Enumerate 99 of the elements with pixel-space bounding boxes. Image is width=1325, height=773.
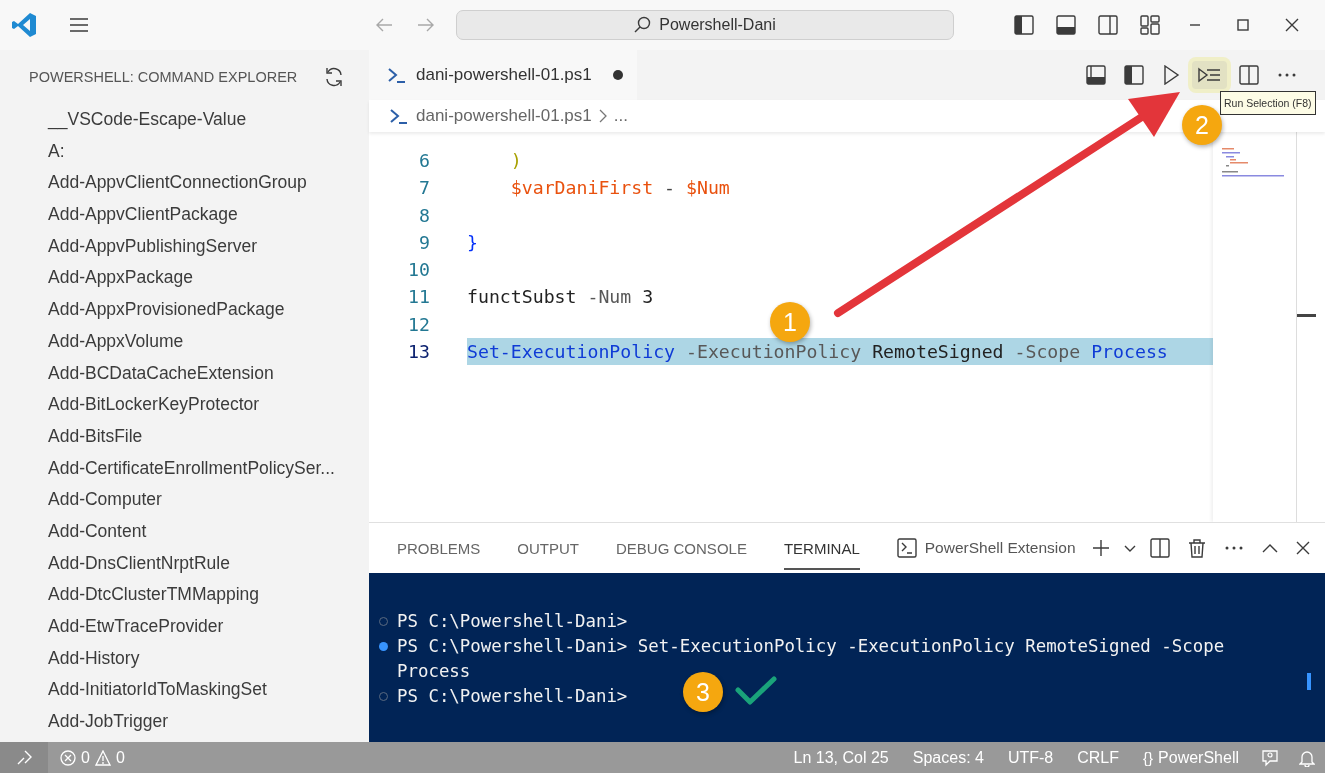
panel-layout-icon (1056, 15, 1076, 35)
line-number: 7 (418, 176, 430, 201)
braces-icon: {} (1143, 749, 1154, 766)
split-icon (1149, 538, 1170, 558)
error-count: 0 (81, 748, 90, 767)
run-lines-icon (1198, 67, 1221, 83)
command-item[interactable]: Add-EtwTraceProvider (0, 611, 369, 643)
panel-layout-icon (1086, 65, 1106, 85)
panel-tab[interactable]: PROBLEMS (397, 526, 481, 570)
more-icon (1223, 545, 1244, 551)
search-text: Powershell-Dani (659, 16, 776, 34)
chevron-down-icon (1123, 544, 1136, 552)
line-number: 10 (407, 258, 430, 283)
code-token: - (663, 177, 677, 199)
command-item[interactable]: __VSCode-Escape-Value (0, 104, 369, 136)
command-item[interactable]: Add-AppvPublishingServer (0, 230, 369, 263)
code-token: Set-ExecutionPolicy (467, 341, 676, 363)
terminal-name: PowerShell Extension (924, 539, 1076, 557)
code-token: } (467, 231, 478, 253)
command-item[interactable]: Add-AppxVolume (0, 325, 369, 358)
line-number: 8 (418, 203, 430, 228)
search-field[interactable]: Powershell-Dani (456, 10, 954, 40)
command-item[interactable]: Add-CertificateEnrollmentPolicySer... (0, 452, 369, 485)
tab-title: dani-powershell-01.ps1 (416, 65, 592, 85)
command-item[interactable]: Add-InitiatorIdToMaskingSet (0, 674, 369, 707)
command-item[interactable]: Add-Content (0, 515, 369, 548)
code-token: 3 (641, 286, 654, 308)
chevron-up-icon (1261, 543, 1278, 553)
line-number: 6 (418, 149, 430, 173)
warning-icon (94, 749, 111, 766)
panel-tab[interactable]: DEBUG CONSOLE (616, 526, 747, 570)
right-arrow-icon (417, 16, 435, 34)
language-name: PowerShell (1158, 748, 1239, 767)
menu-icon (69, 16, 89, 34)
command-item[interactable]: Add-BitsFile (0, 420, 369, 453)
command-item[interactable]: Add-BCDataCacheExtension (0, 357, 369, 390)
code-token: $varDaniFirst (509, 177, 654, 199)
command-item[interactable]: Add-DtcClusterTMMapping (0, 579, 369, 611)
code-token: functSubst (467, 286, 577, 308)
line-number: 11 (407, 285, 430, 310)
panel-tab[interactable]: OUTPUT (517, 526, 580, 570)
play-icon (1162, 65, 1180, 85)
checkmark-icon (735, 676, 777, 706)
code-token: -Scope (1013, 341, 1081, 363)
maximize-icon (1237, 19, 1249, 31)
breadcrumb-item[interactable]: ... (613, 106, 628, 126)
plus-icon (1091, 539, 1110, 557)
left-arrow-icon (375, 16, 393, 34)
code-token: $Num (686, 177, 730, 199)
bell-icon (1299, 748, 1315, 767)
terminal-selector[interactable]: PowerShell Extension (896, 538, 1076, 558)
code-token: -ExecutionPolicy (685, 341, 862, 363)
command-item[interactable]: A: (0, 135, 369, 168)
command-item[interactable]: Add-AppvClientPackage (0, 199, 369, 231)
terminal-text: PS C:\Powershell-Dani> (397, 610, 628, 633)
split-icon (1239, 65, 1259, 85)
app-logo-icon[interactable] (11, 12, 37, 38)
command-item[interactable]: Add-AppxProvisionedPackage (0, 294, 369, 326)
powershell-file-icon (387, 66, 407, 84)
tooltip: Run Selection (F8) (1220, 91, 1316, 115)
remote-icon (15, 749, 33, 766)
command-item[interactable]: Add-History (0, 642, 369, 675)
sidebar-title: POWERSHELL: COMMAND EXPLORER (29, 69, 298, 85)
scrollbar-marker (1297, 314, 1316, 317)
command-item[interactable]: Add-JobTrigger (0, 706, 369, 738)
code-token: Process (1090, 341, 1168, 363)
code-token: RemoteSigned (871, 341, 1004, 363)
warning-count: 0 (115, 748, 125, 767)
close-icon (1295, 541, 1310, 555)
breadcrumb-item[interactable]: dani-powershell-01.ps1 (416, 106, 592, 126)
command-item[interactable]: Add-AppxPackage (0, 262, 369, 295)
error-icon (60, 749, 76, 766)
powershell-file-icon (389, 107, 409, 125)
refresh-icon (324, 67, 344, 87)
feedback-icon (1261, 748, 1279, 767)
chevron-icon (598, 109, 607, 123)
command-item[interactable]: Add-Computer (0, 484, 369, 516)
line-number: 12 (407, 312, 430, 337)
panel-tab[interactable]: TERMINAL (783, 526, 860, 570)
search-icon (634, 16, 653, 34)
code-token: -Num (586, 286, 632, 308)
close-icon (1285, 18, 1299, 32)
sidebar-layout-icon (1014, 15, 1034, 35)
sidebar-layout-icon (1124, 65, 1144, 85)
command-item[interactable]: Add-DnsClientNrptRule (0, 547, 369, 580)
more-icon (1277, 72, 1297, 78)
editor-tab[interactable]: dani-powershell-01.ps1 (369, 50, 637, 100)
code-token: ) (509, 150, 522, 171)
line-number: 9 (418, 230, 430, 255)
command-item[interactable]: Add-AppvClientConnectionGroup (0, 167, 369, 200)
terminal-icon (896, 538, 917, 558)
grid-layout-icon (1140, 15, 1160, 35)
terminal-text: PS C:\Powershell-Dani> (397, 685, 628, 708)
trash-icon (1187, 538, 1206, 558)
command-item[interactable]: Add-BitLockerKeyProtector (0, 389, 369, 421)
split-layout-icon (1098, 15, 1118, 35)
line-number: 13 (407, 340, 430, 365)
scrollbar-thumb (1307, 673, 1311, 690)
minimize-icon (1189, 24, 1201, 26)
